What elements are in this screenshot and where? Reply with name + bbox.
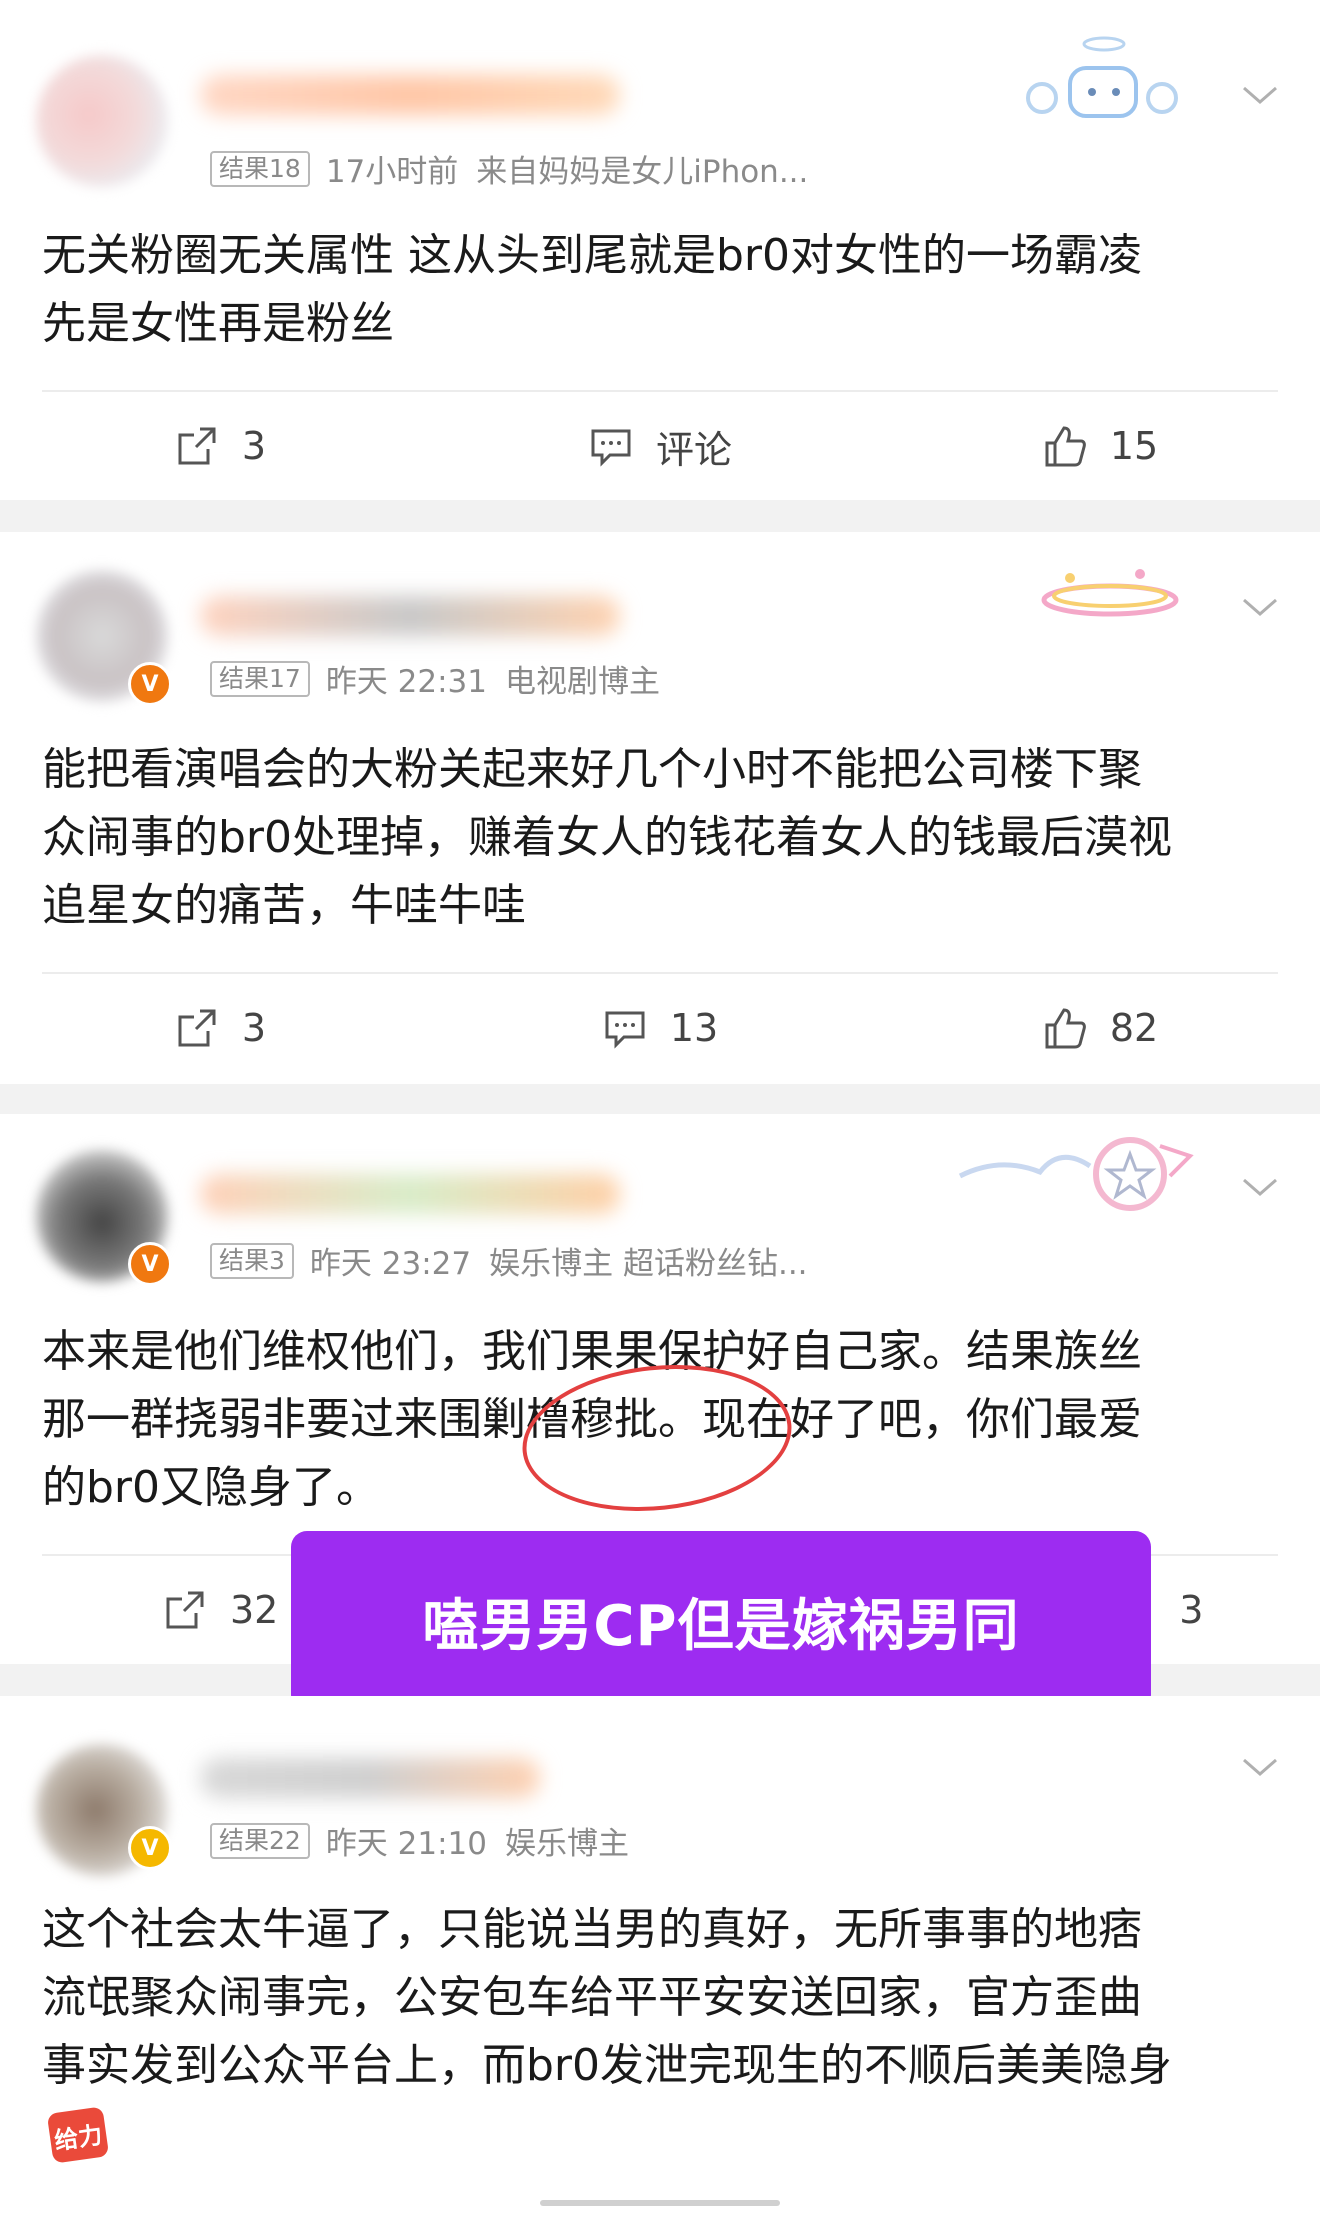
profile-decoration-icon (940, 1126, 1200, 1226)
post-content[interactable]: 这个社会太牛逼了，只能说当男的真好，无所事事的地痞 流氓聚众闹事完，公安包车给平… (42, 1896, 1280, 2100)
verified-badge-icon: V (128, 662, 172, 706)
username-blurred[interactable] (200, 75, 620, 115)
divider (42, 390, 1278, 392)
post-time: 昨天 23:27 (309, 1246, 472, 1282)
comment-button[interactable]: 13 (440, 998, 880, 1058)
content-line: 追星女的痛苦，牛哇牛哇 (42, 880, 526, 931)
overlay-banner: 嗑男男CP但是嫁祸男同 (291, 1531, 1151, 1711)
like-count: 15 (1109, 424, 1159, 468)
chevron-down-icon[interactable] (1240, 592, 1280, 622)
post-source: 娱乐博主 超话粉丝钻... (489, 1246, 808, 1282)
repost-icon (178, 1009, 216, 1047)
post-meta: 结果3 昨天 23:27 娱乐博主 超话粉丝钻... (210, 1238, 808, 1283)
content-line: 流氓聚众闹事完，公安包车给平平安安送回家，官方歪曲 (42, 1972, 1142, 2023)
repost-icon (166, 1591, 204, 1629)
profile-decoration-icon (1020, 30, 1180, 118)
repost-count: 32 (230, 1588, 279, 1632)
post-meta: 结果18 17小时前 来自妈妈是女儿iPhon... (210, 146, 808, 191)
action-bar: 3 13 82 (0, 998, 1320, 1058)
verified-badge-icon: V (128, 1826, 172, 1870)
home-indicator (540, 2200, 780, 2206)
result-tag: 结果22 (210, 1822, 310, 1859)
result-tag: 结果17 (210, 660, 310, 697)
profile-decoration-icon (1030, 552, 1190, 622)
like-button[interactable]: 15 (880, 416, 1320, 476)
verified-badge-icon: V (128, 1242, 172, 1286)
post-content[interactable]: 能把看演唱会的大粉关起来好几个小时不能把公司楼下聚 众闹事的br0处理掉，赚着女… (42, 736, 1280, 940)
comment-icon (591, 429, 631, 467)
comment-count: 13 (669, 1006, 719, 1050)
post-card[interactable]: V 结果22 昨天 21:10 娱乐博主 这个社会太牛逼了，只能说当男的真好，无… (0, 1696, 1320, 2215)
content-line: 能把看演唱会的大粉关起来好几个小时不能把公司楼下聚 (42, 744, 1142, 795)
post-source: 电视剧博主 (505, 664, 661, 700)
repost-count: 3 (241, 424, 267, 468)
chevron-down-icon[interactable] (1240, 1172, 1280, 1202)
chevron-down-icon[interactable] (1240, 1752, 1280, 1782)
content-line: 这个社会太牛逼了，只能说当男的真好，无所事事的地痞 (42, 1904, 1142, 1955)
post-time: 17小时前 (325, 154, 459, 190)
post-meta: 结果22 昨天 21:10 娱乐博主 (210, 1818, 629, 1863)
like-icon (1045, 426, 1086, 467)
action-bar: 3 评论 15 (0, 416, 1320, 476)
like-icon (1045, 1008, 1086, 1049)
emoji-label: 给力 (52, 2120, 105, 2155)
like-button[interactable]: 82 (880, 998, 1320, 1058)
chevron-down-icon[interactable] (1240, 80, 1280, 110)
content-line: 事实发到公众平台上，而br0发泄完现生的不顺后美美隐身 (42, 2040, 1173, 2091)
divider (42, 972, 1278, 974)
content-line: 先是女性再是粉丝 (42, 298, 394, 349)
post-time: 昨天 21:10 (325, 1826, 488, 1862)
result-tag: 结果3 (210, 1242, 294, 1279)
post-time: 昨天 22:31 (325, 664, 488, 700)
username-blurred[interactable] (200, 1758, 540, 1798)
content-line: 众闹事的br0处理掉，赚着女人的钱花着女人的钱最后漠视 (42, 812, 1173, 863)
avatar[interactable] (36, 55, 168, 187)
post-content[interactable]: 无关粉圈无关属性 这从头到尾就是br0对女性的一场霸凌 先是女性再是粉丝 (42, 222, 1280, 358)
like-count: 82 (1109, 1006, 1159, 1050)
post-source: 娱乐博主 (505, 1826, 630, 1862)
post-source: 来自妈妈是女儿iPhon... (476, 154, 809, 190)
geili-emoji-icon: 给力 (46, 2106, 110, 2164)
post-card[interactable]: 结果18 17小时前 来自妈妈是女儿iPhon... 无关粉圈无关属性 这从头到… (0, 0, 1320, 500)
overlay-text: 嗑男男CP但是嫁祸男同 (422, 1593, 1020, 1659)
comment-button[interactable]: 评论 (440, 416, 880, 476)
post-card[interactable]: V 结果17 昨天 22:31 电视剧博主 能把看演唱会的大粉关起来好几个小时不… (0, 532, 1320, 1084)
repost-count: 3 (241, 1006, 267, 1050)
repost-button[interactable]: 3 (0, 416, 440, 476)
repost-icon (178, 427, 216, 465)
comment-icon (605, 1011, 645, 1049)
result-tag: 结果18 (210, 150, 310, 187)
like-count: 3 (1179, 1588, 1204, 1632)
content-line: 无关粉圈无关属性 这从头到尾就是br0对女性的一场霸凌 (42, 230, 1142, 281)
repost-button[interactable]: 3 (0, 998, 440, 1058)
comment-label: 评论 (655, 427, 732, 472)
username-blurred[interactable] (200, 596, 620, 636)
username-blurred[interactable] (200, 1174, 620, 1214)
post-meta: 结果17 昨天 22:31 电视剧博主 (210, 656, 660, 701)
